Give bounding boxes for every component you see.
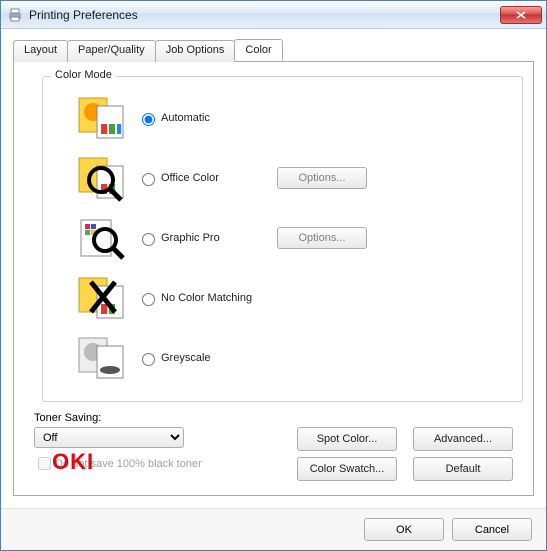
spot-color-button[interactable]: Spot Color... (297, 427, 397, 451)
tab-layout[interactable]: Layout (13, 40, 68, 62)
button-grid: Spot Color... Advanced... Color Swatch..… (297, 427, 513, 481)
greyscale-icon (77, 334, 127, 382)
tab-color[interactable]: Color (234, 39, 282, 61)
mode-row-automatic: Automatic (51, 89, 514, 147)
radio-automatic[interactable] (142, 113, 155, 126)
radio-no-color-matching[interactable] (142, 293, 155, 306)
automatic-icon (77, 94, 127, 142)
options-button-graphic[interactable]: Options... (277, 227, 367, 249)
mode-row-greyscale: Greyscale (51, 329, 514, 387)
color-mode-group: Color Mode Automatic (42, 76, 523, 402)
label-graphic-pro: Graphic Pro (161, 232, 220, 244)
ok-button[interactable]: OK (364, 518, 444, 541)
mode-row-graphic: Graphic Pro Options... (51, 209, 514, 267)
mode-row-nomatch: No Color Matching (51, 269, 514, 327)
printer-icon (7, 7, 23, 23)
advanced-button[interactable]: Advanced... (413, 427, 513, 451)
default-button[interactable]: Default (413, 457, 513, 481)
options-button-office[interactable]: Options... (277, 167, 367, 189)
dialog-button-bar: OK Cancel (1, 508, 546, 550)
label-automatic: Automatic (161, 112, 210, 124)
oki-logo: OKI (52, 449, 94, 475)
color-mode-legend: Color Mode (51, 69, 116, 81)
window-title: Printing Preferences (29, 8, 500, 22)
checkbox-no-save-black[interactable] (38, 457, 51, 470)
tab-job-options[interactable]: Job Options (155, 40, 236, 62)
content-area: Layout Paper/Quality Job Options Color C… (1, 29, 546, 508)
label-no-color-matching: No Color Matching (161, 292, 252, 304)
radio-office-color[interactable] (142, 173, 155, 186)
radio-greyscale[interactable] (142, 353, 155, 366)
tab-paper-quality[interactable]: Paper/Quality (67, 40, 156, 62)
tab-strip: Layout Paper/Quality Job Options Color (13, 39, 534, 61)
tab-panel-color: Color Mode Automatic (13, 61, 534, 496)
toner-saving-select[interactable]: Off (34, 427, 184, 448)
titlebar: Printing Preferences (1, 1, 546, 29)
printing-preferences-window: Printing Preferences Layout Paper/Qualit… (0, 0, 547, 551)
no-color-matching-icon (77, 274, 127, 322)
office-color-icon (77, 154, 127, 202)
cancel-button[interactable]: Cancel (452, 518, 532, 541)
radio-graphic-pro[interactable] (142, 233, 155, 246)
label-office-color: Office Color (161, 172, 219, 184)
color-swatch-button[interactable]: Color Swatch... (297, 457, 397, 481)
close-button[interactable] (500, 6, 542, 24)
mode-row-office: Office Color Options... (51, 149, 514, 207)
label-greyscale: Greyscale (161, 352, 211, 364)
graphic-pro-icon (77, 214, 127, 262)
toner-saving-label: Toner Saving: (34, 412, 523, 424)
